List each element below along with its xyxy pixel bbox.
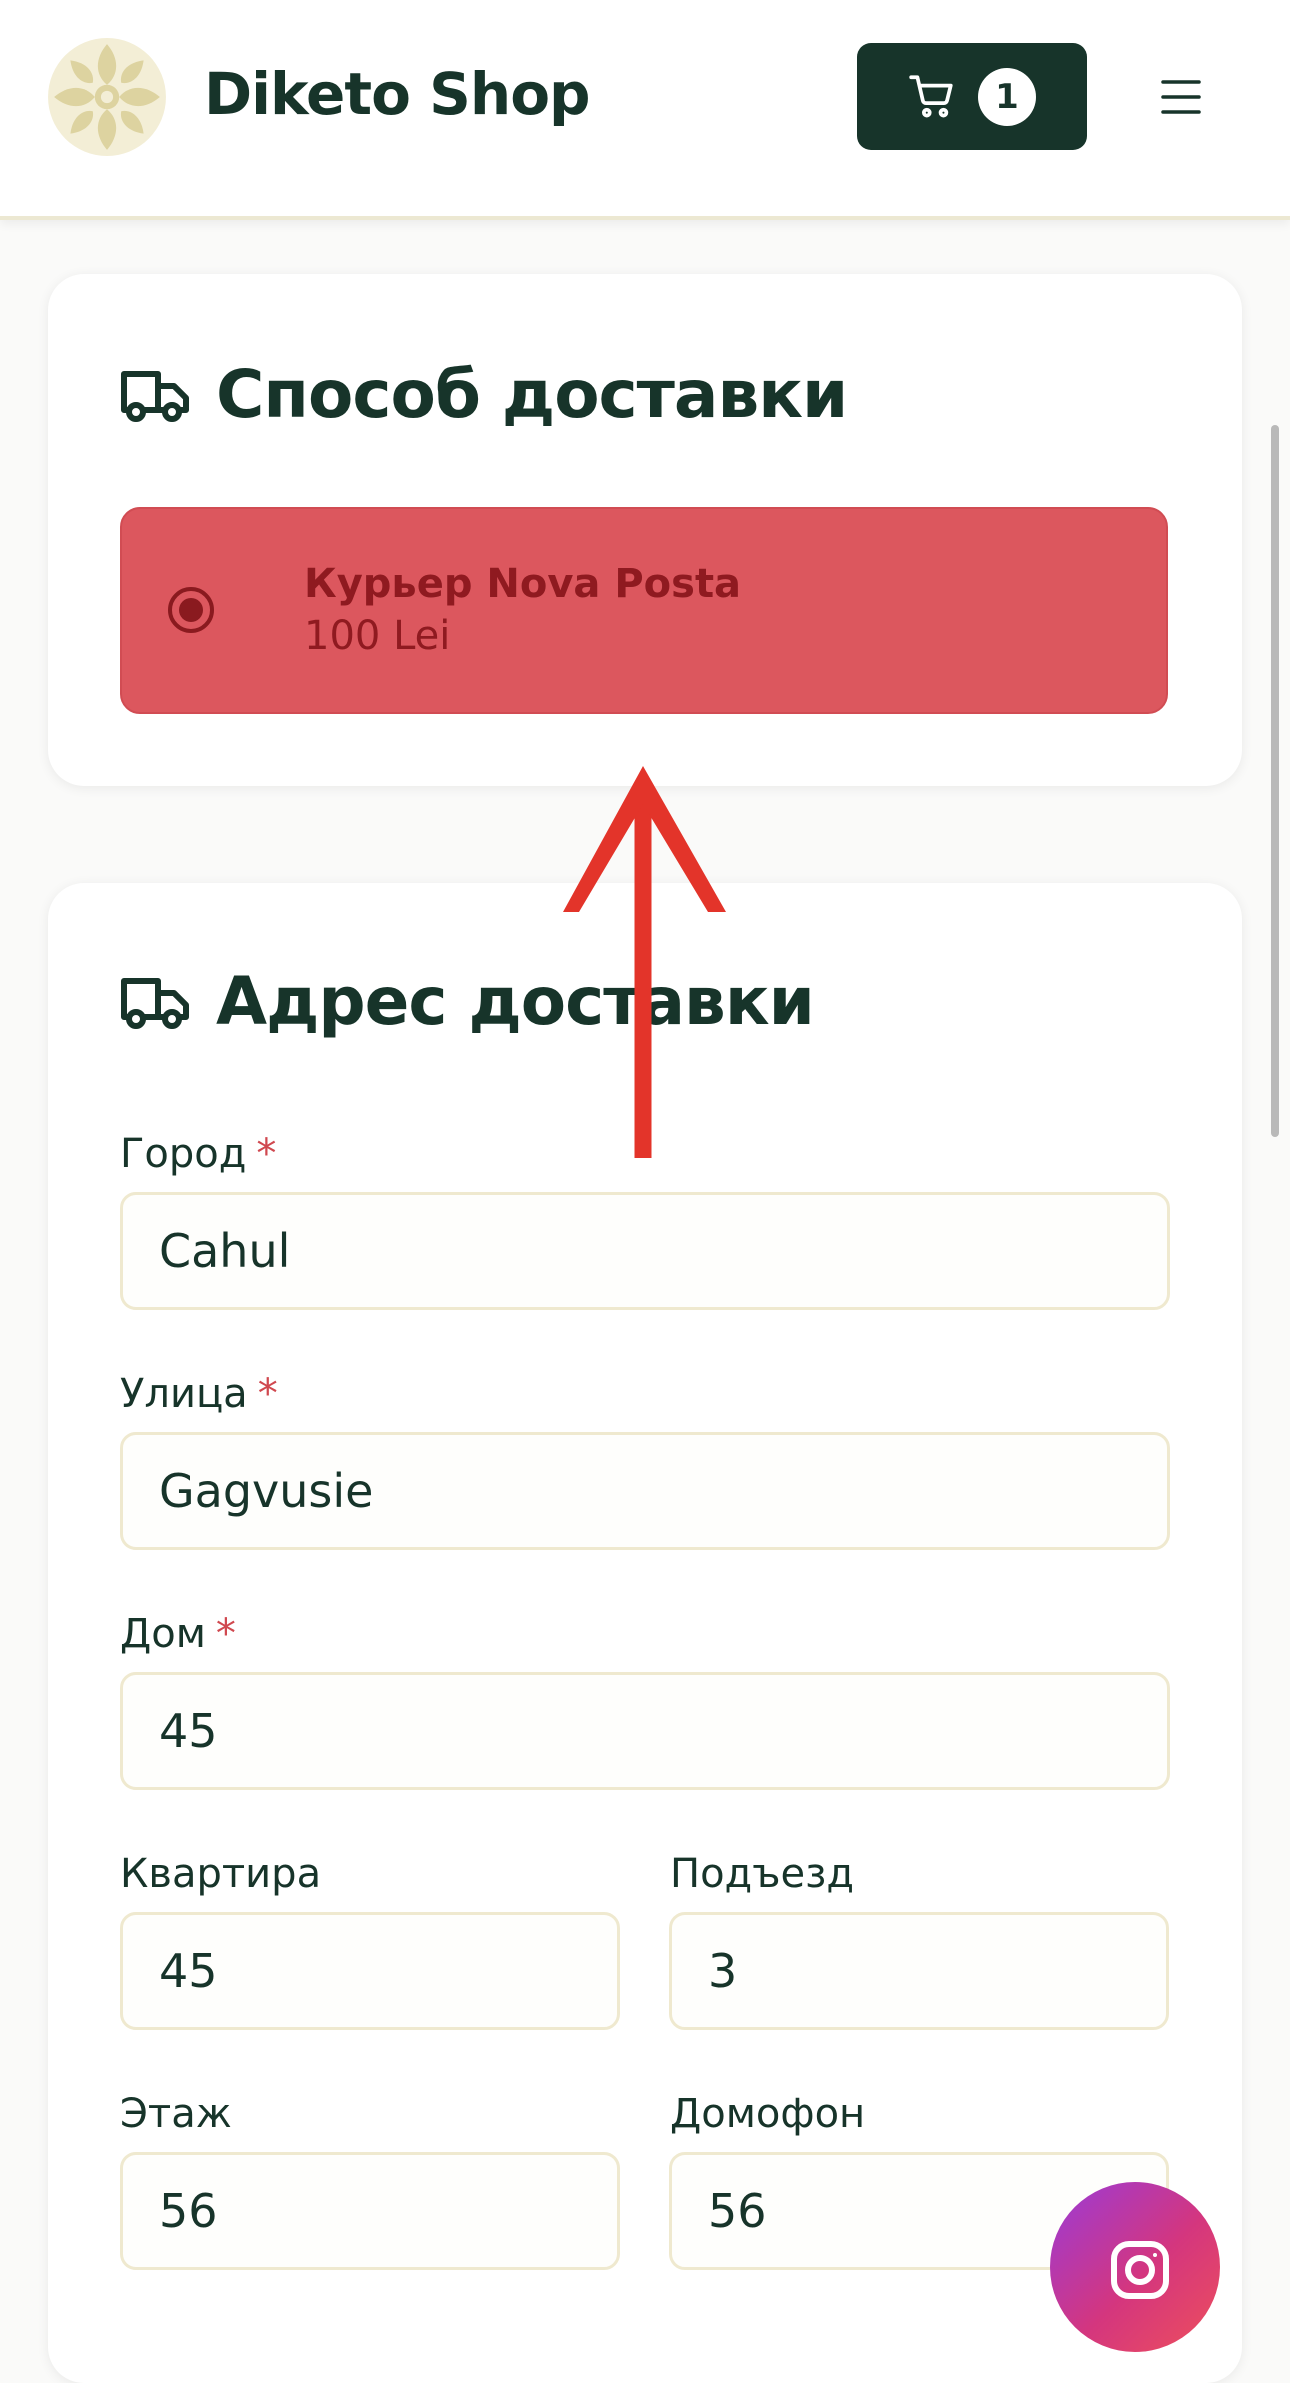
entrance-input[interactable]: 3 <box>669 1912 1169 2030</box>
radio-selected[interactable] <box>168 587 214 633</box>
city-label: Город * <box>120 1131 276 1177</box>
annotation-arrow <box>563 766 726 1158</box>
apartment-label: Квартира <box>120 1851 322 1897</box>
scrollbar[interactable] <box>1271 425 1279 1137</box>
house-input[interactable]: 45 <box>120 1672 1170 1790</box>
city-label-text: Город <box>120 1131 247 1177</box>
floor-input[interactable]: 56 <box>120 2152 620 2270</box>
cart-icon <box>909 75 953 118</box>
house-label-text: Дом <box>120 1611 206 1657</box>
delivery-method-title: Способ доставки <box>216 356 848 433</box>
delivery-option-price: 100 Lei <box>304 613 451 659</box>
entrance-label: Подъезд <box>670 1851 855 1897</box>
required-mark: * <box>215 1611 236 1657</box>
instagram-button[interactable] <box>1050 2182 1220 2352</box>
logo-icon[interactable] <box>46 36 168 158</box>
site-header: Diketo Shop 1 <box>0 0 1290 220</box>
house-label: Дом * <box>120 1611 236 1657</box>
brand-name[interactable]: Diketo Shop <box>204 60 591 128</box>
truck-icon <box>121 371 189 422</box>
instagram-icon <box>1111 2241 1169 2299</box>
required-mark: * <box>257 1371 278 1417</box>
required-mark: * <box>256 1131 277 1177</box>
street-input[interactable]: Gagvusie <box>120 1432 1170 1550</box>
cart-count-badge: 1 <box>978 68 1036 126</box>
delivery-option-name: Курьер Nova Posta <box>304 561 742 607</box>
apartment-input[interactable]: 45 <box>120 1912 620 2030</box>
street-label-text: Улица <box>120 1371 248 1417</box>
floor-label: Этаж <box>120 2091 232 2137</box>
cart-button[interactable]: 1 <box>857 43 1087 150</box>
street-label: Улица * <box>120 1371 278 1417</box>
city-input[interactable]: Cahul <box>120 1192 1170 1310</box>
menu-icon[interactable] <box>1160 76 1202 118</box>
intercom-label: Домофон <box>670 2091 866 2137</box>
truck-icon <box>121 978 189 1029</box>
delivery-option-nova-posta[interactable]: Курьер Nova Posta 100 Lei <box>120 507 1168 714</box>
delivery-method-card: Способ доставки Курьер Nova Posta 100 Le… <box>48 274 1242 786</box>
